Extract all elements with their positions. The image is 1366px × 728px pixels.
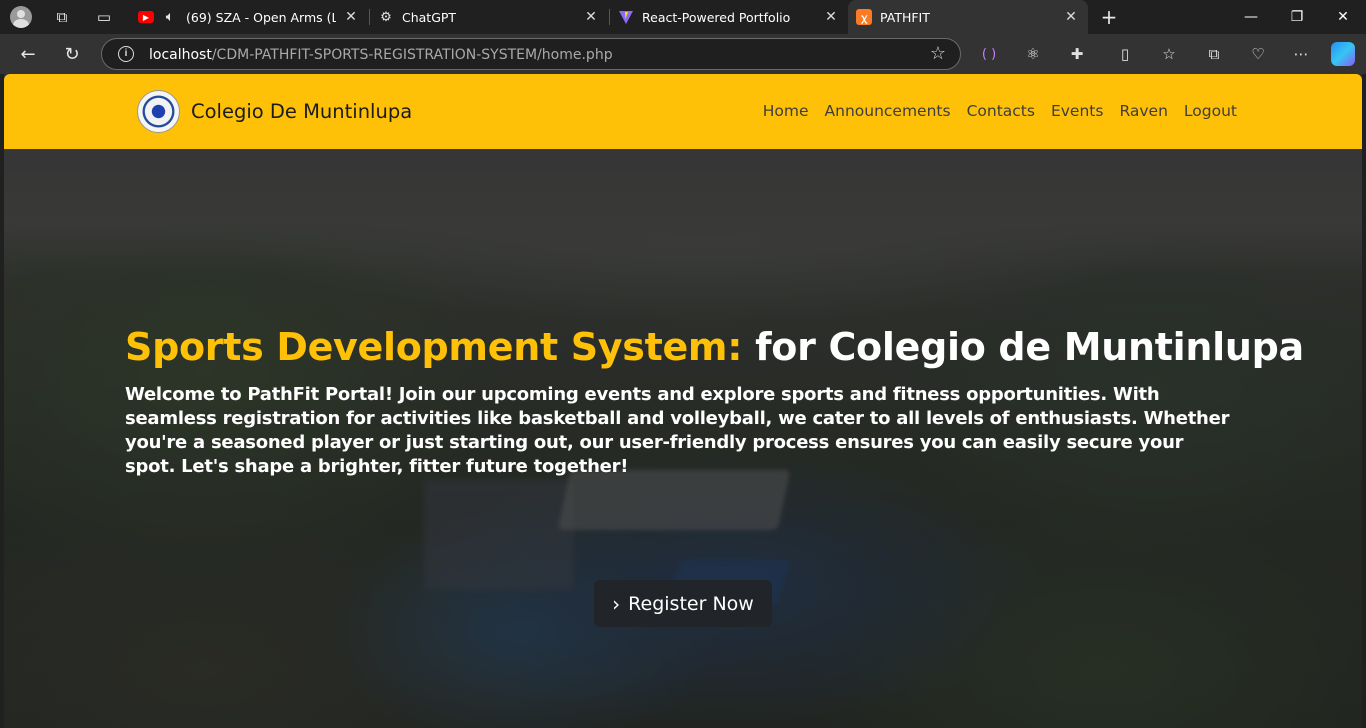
tab-title: ChatGPT: [402, 9, 457, 25]
close-tab-icon[interactable]: ✕: [1062, 8, 1080, 26]
register-now-label: Register Now: [628, 592, 754, 615]
nav-user[interactable]: Raven: [1119, 102, 1167, 120]
page-viewport: Colegio De Muntinlupa Home Announcements…: [4, 74, 1362, 728]
hero-section: Sports Development System: for Colegio d…: [4, 150, 1362, 728]
nav-home[interactable]: Home: [763, 102, 809, 120]
chatgpt-icon: ⚙︎: [380, 9, 392, 25]
hero-title-rest: for Colegio de Muntinlupa: [755, 325, 1304, 369]
hero-content: Sports Development System: for Colegio d…: [125, 325, 1304, 479]
chevron-right-icon: ›: [612, 591, 621, 616]
favorite-star-icon[interactable]: ☆: [930, 43, 946, 64]
new-tab-icon[interactable]: +: [1097, 5, 1121, 29]
tab-chatgpt[interactable]: ⚙︎ ChatGPT ✕: [370, 0, 608, 34]
nav-logout[interactable]: Logout: [1184, 102, 1237, 120]
nav-links: Home Announcements Contacts Events Raven…: [763, 102, 1237, 120]
nav-events[interactable]: Events: [1051, 102, 1103, 120]
minimize-icon[interactable]: —: [1228, 0, 1274, 34]
vite-icon: [618, 9, 634, 25]
site-brand[interactable]: Colegio De Muntinlupa: [191, 100, 412, 123]
tab-title: (69) SZA - Open Arms (Lyrics: [186, 9, 336, 25]
speaker-icon[interactable]: 🔈︎: [162, 9, 178, 25]
more-menu-icon[interactable]: ⋯: [1290, 43, 1312, 65]
tab-title: PATHFIT: [880, 9, 930, 25]
register-now-button[interactable]: › Register Now: [594, 580, 772, 627]
url-host: localhost: [149, 47, 212, 63]
hero-title: Sports Development System: for Colegio d…: [125, 325, 1304, 369]
split-screen-icon[interactable]: ▯: [1114, 43, 1136, 65]
restore-icon[interactable]: ❐: [1274, 0, 1320, 34]
close-tab-icon[interactable]: ✕: [822, 8, 840, 26]
refresh-icon[interactable]: ↻: [58, 40, 86, 68]
favorites-icon[interactable]: ☆: [1158, 43, 1180, 65]
hero-title-accent: Sports Development System:: [125, 325, 743, 369]
extension-brackets-icon[interactable]: ( ): [978, 43, 1000, 65]
close-tab-icon[interactable]: ✕: [342, 8, 360, 26]
copilot-icon[interactable]: [1331, 42, 1355, 66]
site-info-icon[interactable]: i: [118, 46, 134, 62]
nav-announcements[interactable]: Announcements: [825, 102, 951, 120]
close-tab-icon[interactable]: ✕: [582, 8, 600, 26]
collections-icon[interactable]: ⧉: [1203, 43, 1225, 65]
tab-title: React-Powered Portfolio: [642, 9, 791, 25]
window-close-icon[interactable]: ✕: [1320, 0, 1366, 34]
nav-contacts[interactable]: Contacts: [967, 102, 1035, 120]
tab-youtube[interactable]: ▶ 🔈︎ (69) SZA - Open Arms (Lyrics ✕: [130, 0, 368, 34]
back-icon[interactable]: ←: [14, 40, 42, 68]
address-bar[interactable]: i localhost/CDM-PATHFIT-SPORTS-REGISTRAT…: [101, 38, 961, 70]
browser-tab-strip: ⧉ ▭ ▶ 🔈︎ (69) SZA - Open Arms (Lyrics ✕ …: [0, 0, 1366, 34]
tab-portfolio[interactable]: React-Powered Portfolio ✕: [610, 0, 848, 34]
react-devtools-icon[interactable]: ⚛: [1022, 43, 1044, 65]
browser-essentials-icon[interactable]: ♡: [1247, 43, 1269, 65]
extensions-icon[interactable]: ✚: [1066, 43, 1088, 65]
tab-actions-icon[interactable]: ▭: [92, 5, 116, 29]
youtube-icon: ▶: [138, 9, 154, 25]
browser-toolbar: ← ↻ i localhost/CDM-PATHFIT-SPORTS-REGIS…: [0, 34, 1366, 74]
xampp-icon: ꭓ: [856, 9, 872, 25]
school-seal-logo[interactable]: [137, 90, 180, 133]
url-text: localhost/CDM-PATHFIT-SPORTS-REGISTRATIO…: [149, 47, 613, 63]
site-navbar: Colegio De Muntinlupa Home Announcements…: [4, 74, 1362, 150]
profile-avatar-icon[interactable]: [9, 5, 33, 29]
url-path: /CDM-PATHFIT-SPORTS-REGISTRATION-SYSTEM/…: [211, 47, 613, 63]
workspaces-icon[interactable]: ⧉: [50, 5, 74, 29]
hero-description: Welcome to PathFit Portal! Join our upco…: [125, 384, 1230, 477]
tab-pathfit[interactable]: ꭓ PATHFIT ✕: [848, 0, 1088, 34]
